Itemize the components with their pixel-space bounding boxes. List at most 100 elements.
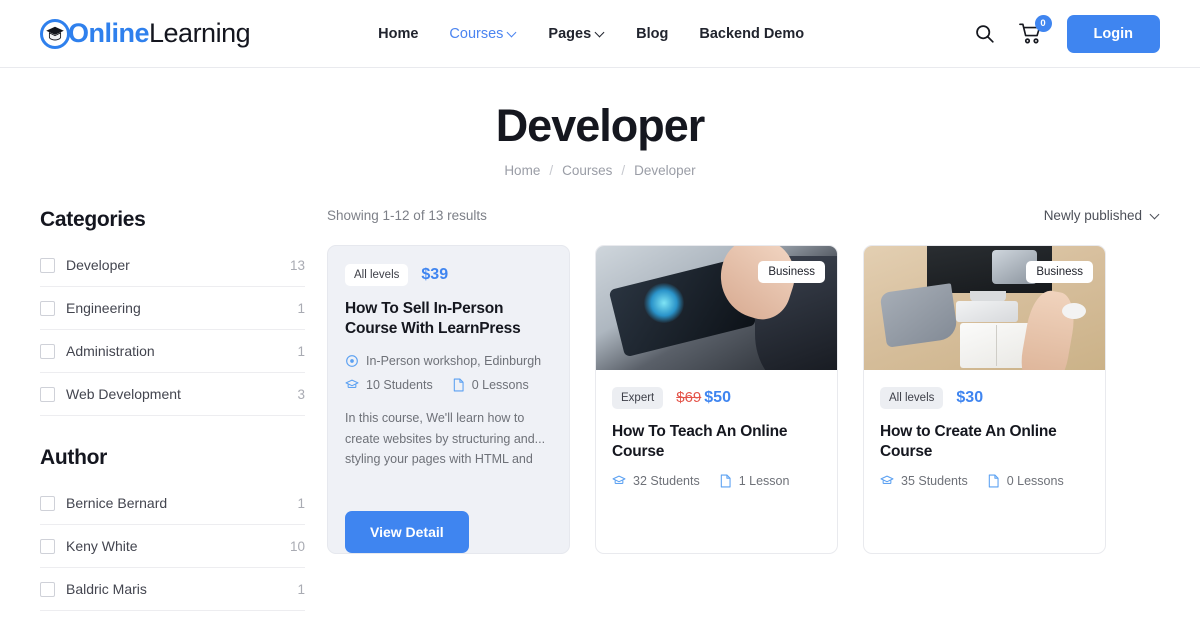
chevron-down-icon [596,29,605,38]
results-count-text: Showing 1-12 of 13 results [327,208,487,223]
header-actions: 0 Login [974,14,1160,53]
site-header: Online Learning Home Courses Pages Blog B… [0,0,1200,68]
breadcrumb-separator: / [621,163,626,178]
category-tag[interactable]: Business [1026,261,1093,283]
course-title[interactable]: How to Create An Online Course [880,422,1089,462]
sidebar-item-administration[interactable]: Administration 1 [40,330,305,373]
course-lessons: 0 Lessons [987,474,1064,488]
cart-icon[interactable]: 0 [1018,15,1052,45]
sidebar-item-web-development[interactable]: Web Development 3 [40,373,305,416]
login-button[interactable]: Login [1066,14,1160,53]
decor-keyboard [955,300,1019,322]
filter-label: Administration [66,343,155,359]
categories-heading: Categories [40,208,146,231]
checkbox-icon[interactable] [40,538,55,554]
filter-label: Bernice Bernard [66,495,168,511]
lesson-doc-icon [719,474,732,488]
category-tag[interactable]: Business [758,261,825,283]
nav-item-pages[interactable]: Pages [548,26,605,42]
sidebar-item-bernice-bernard[interactable]: Bernice Bernard 1 [40,482,305,525]
filter-count: 3 [297,386,305,402]
filter-count: 10 [289,538,305,554]
course-stats: 32 Students 1 Lesson [612,474,821,488]
checkbox-icon[interactable] [40,386,55,402]
course-description: In this course, We'll learn how to creat… [345,411,546,466]
course-card[interactable]: All levels $39 How To Sell In-Person Cou… [327,245,570,555]
breadcrumb-current: Developer [634,163,696,178]
nav-item-backend-demo[interactable]: Backend Demo [699,26,804,42]
nav-item-home[interactable]: Home [378,26,418,42]
course-stats: 10 Students 0 Lessons [345,378,552,392]
decor-laptop-sleeve [879,283,960,348]
sidebar-item-engineering[interactable]: Engineering 1 [40,287,305,330]
course-students: 10 Students [345,378,433,392]
course-card-body: All levels $30 How to Create An Online C… [864,370,1105,506]
course-lessons-text: 0 Lessons [471,378,529,393]
lesson-doc-icon [452,378,465,392]
site-logo[interactable]: Online Learning [40,18,251,49]
filter-label: Web Development [66,386,181,402]
course-card[interactable]: Business Expert $69 $50 How To Teach An O… [595,245,838,555]
level-badge: Expert [612,387,664,409]
filter-count: 1 [297,300,305,316]
course-card-grid: All levels $39 How To Sell In-Person Cou… [327,245,1160,555]
filter-count: 1 [297,581,305,597]
sidebar-item-developer[interactable]: Developer 13 [40,244,305,287]
course-thumbnail[interactable]: Business [596,246,837,370]
decor-mouse [1061,303,1086,320]
course-title[interactable]: How To Sell In-Person Course With LearnP… [345,299,552,339]
nav-label-blog: Blog [636,25,669,42]
main-navigation: Home Courses Pages Blog Backend Demo [378,26,804,42]
nav-label-pages: Pages [548,25,592,42]
course-lessons: 1 Lesson [719,474,789,488]
view-detail-button[interactable]: View Detail [345,511,469,554]
nav-label-backend-demo: Backend Demo [699,25,805,42]
course-price: $30 [956,389,984,406]
course-card[interactable]: Business All levels $30 How to Create An… [863,245,1106,555]
checkbox-icon[interactable] [40,495,55,511]
course-price-original: $69 [676,389,702,406]
filter-label: Keny White [66,538,138,554]
course-meta: All levels $30 [880,387,1089,409]
course-stats: 35 Students 0 Lessons [880,474,1089,488]
course-location: In-Person workshop, Edinburgh [345,354,552,368]
sidebar-item-baldric-maris[interactable]: Baldric Maris 1 [40,568,305,611]
sidebar-item-keny-white[interactable]: Keny White 10 [40,525,305,568]
breadcrumb-courses[interactable]: Courses [562,163,612,178]
location-pin-icon [345,354,359,368]
checkbox-icon[interactable] [40,343,55,359]
course-location-text: In-Person workshop, Edinburgh [366,354,542,369]
filter-sidebar: Categories Developer 13 Engineering 1 Ad… [40,208,305,611]
filter-count: 13 [289,257,305,273]
nav-item-blog[interactable]: Blog [636,26,668,42]
course-thumbnail[interactable]: Business [864,246,1105,370]
logo-text-learning: Learning [149,18,251,48]
decor-arm [1017,287,1080,370]
students-icon [880,474,894,488]
course-lessons: 0 Lessons [452,378,529,392]
level-badge: All levels [880,387,944,409]
sort-label: Newly published [1043,208,1142,223]
nav-item-courses[interactable]: Courses [449,26,517,42]
results-toolbar: Showing 1-12 of 13 results Newly publish… [327,208,1160,245]
filter-count: 1 [297,495,305,511]
students-icon [612,474,626,488]
cart-count-badge: 0 [1034,15,1052,32]
search-icon[interactable] [974,23,995,44]
checkbox-icon[interactable] [40,300,55,316]
logo-text-online: Online [68,18,150,48]
checkbox-icon[interactable] [40,581,55,597]
course-meta: All levels $39 [345,264,552,286]
filter-label: Engineering [66,300,141,316]
sort-dropdown[interactable]: Newly published [1044,208,1160,223]
course-title[interactable]: How To Teach An Online Course [612,422,821,462]
course-price: $39 [421,266,449,283]
breadcrumb-home[interactable]: Home [504,163,540,178]
students-icon [345,378,359,392]
breadcrumb-separator: / [549,163,554,178]
course-students-text: 35 Students [901,474,968,489]
graduation-cap-icon [40,18,70,49]
course-lessons-text: 0 Lessons [1006,474,1064,489]
chevron-down-icon [508,29,517,38]
checkbox-icon[interactable] [40,257,55,273]
